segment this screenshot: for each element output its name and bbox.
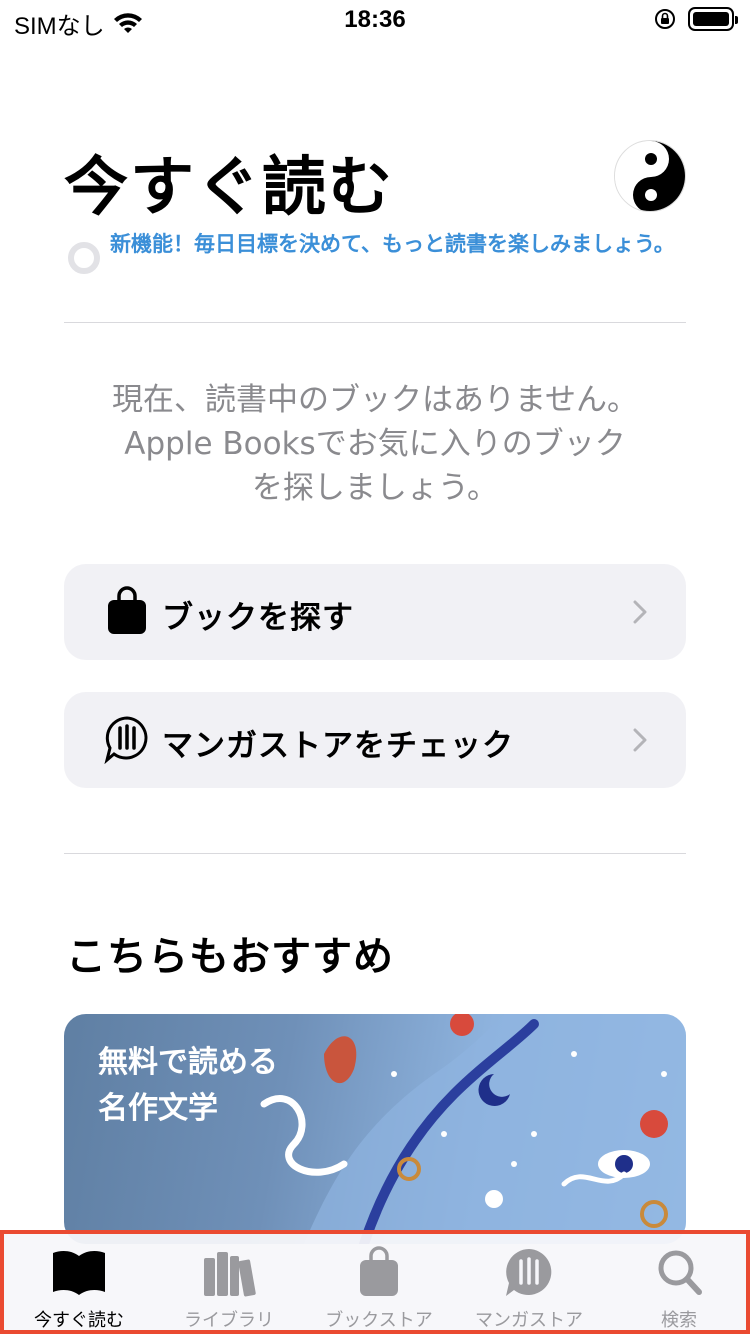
tab-search[interactable]: 検索 <box>604 1234 750 1334</box>
status-time: 18:36 <box>344 6 406 33</box>
yin-yang-icon <box>615 141 685 211</box>
search-icon <box>658 1250 702 1295</box>
battery-icon <box>688 7 738 31</box>
find-books-button[interactable]: ブックを探す <box>64 564 686 660</box>
check-manga-store-button[interactable]: マンガストアをチェック <box>64 692 686 788</box>
screen: SIMなし 18:36 今すぐ読む 新機能！毎日目標を決めて、もっと読書を楽しみ… <box>0 0 750 1334</box>
manga-icon <box>506 1249 552 1296</box>
library-icon <box>204 1252 256 1297</box>
status-bar: SIMなし 18:36 <box>0 0 750 40</box>
rotation-lock-icon <box>655 9 675 29</box>
tab-library[interactable]: ライブラリ <box>154 1234 304 1334</box>
avatar[interactable] <box>614 140 686 212</box>
tab-label: 検索 <box>661 1310 697 1331</box>
empty-state-message: 現在、読書中のブックはありません。Apple Booksでお気に入りのブックを探… <box>111 382 639 506</box>
tab-reading-now[interactable]: 今すぐ読む <box>4 1234 154 1334</box>
tab-label: 今すぐ読む <box>34 1310 124 1331</box>
chevron-right-icon <box>633 600 647 624</box>
check-manga-store-label: マンガストアをチェック <box>162 728 514 764</box>
page-title: 今すぐ読む <box>64 151 394 225</box>
section-title: こちらもおすすめ <box>66 934 394 980</box>
tab-label: ブックストア <box>325 1310 433 1331</box>
promo-title: 無料で読める 名作文学 <box>98 1045 278 1126</box>
goal-link[interactable]: 新機能！毎日目標を決めて、もっと読書を楽しみましょう。 <box>110 228 690 260</box>
chevron-right-icon <box>633 728 647 752</box>
tab-manga-store[interactable]: マンガストア <box>454 1234 604 1334</box>
divider <box>64 322 686 323</box>
bag-icon <box>360 1246 398 1296</box>
shopping-bag-icon <box>108 586 146 634</box>
book-open-icon <box>53 1251 105 1295</box>
divider <box>64 853 686 854</box>
find-books-label: ブックを探す <box>162 600 354 636</box>
tab-book-store[interactable]: ブックストア <box>304 1234 454 1334</box>
goal-progress-ring <box>68 242 100 274</box>
free-classics-card[interactable]: 無料で読める 名作文学 <box>64 1014 686 1244</box>
tab-label: ライブラリ <box>184 1310 274 1331</box>
tab-label: マンガストア <box>475 1310 583 1331</box>
manga-bubble-icon <box>104 716 148 764</box>
tab-bar: 今すぐ読む ライブラリ ブックストア マンガストア 検索 <box>0 1230 750 1334</box>
